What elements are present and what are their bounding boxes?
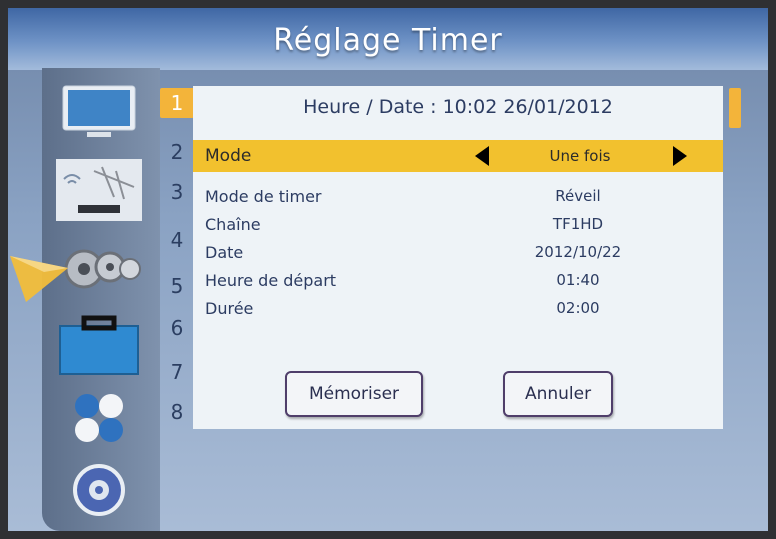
field-row-timer-mode[interactable]: Mode de timer Réveil [193,184,723,212]
field-row-start-time[interactable]: Heure de départ 01:40 [193,268,723,296]
field-row-date[interactable]: Date 2012/10/22 [193,240,723,268]
cancel-button[interactable]: Annuler [503,371,613,417]
arrow-right-icon[interactable] [673,146,687,166]
field-value: 02:00 [556,299,600,317]
balls-icon[interactable] [54,386,144,450]
time-date-header: Heure / Date : 10:02 26/01/2012 [303,96,613,118]
tv-frame: Réglage Timer 1 2 3 4 5 6 7 8 Heure / Da… [0,0,776,539]
field-value: 01:40 [556,271,600,289]
mode-row[interactable]: Mode Une fois [193,140,723,172]
timer-settings-panel: Heure / Date : 10:02 26/01/2012 Mode Une… [193,86,723,429]
timer-number-1[interactable]: 1 [160,88,194,118]
page-title: Réglage Timer [273,23,503,58]
timer-number-column: 1 2 3 4 5 6 7 8 [160,88,194,424]
selection-pointer-icon [10,256,68,302]
timer-number-2[interactable]: 2 [160,140,194,164]
tv-screen: Réglage Timer 1 2 3 4 5 6 7 8 Heure / Da… [8,8,768,531]
arrow-left-icon[interactable] [475,146,489,166]
tv-icon[interactable] [54,80,144,144]
toolbox-icon[interactable] [54,314,144,378]
field-label: Chaîne [205,215,261,234]
field-label: Heure de départ [205,271,337,290]
field-label: Durée [205,299,254,318]
mode-value: Une fois [549,147,611,165]
title-bar: Réglage Timer [8,8,768,70]
timer-number-5[interactable]: 5 [160,274,194,298]
timer-number-7[interactable]: 7 [160,360,194,384]
field-value: Réveil [555,187,601,205]
scrollbar-thumb[interactable] [729,88,741,128]
field-value: TF1HD [552,215,604,233]
timer-number-6[interactable]: 6 [160,316,194,340]
field-label: Mode de timer [205,187,322,206]
field-label: Date [205,243,244,262]
field-row-duration[interactable]: Durée 02:00 [193,296,723,324]
mode-label: Mode [205,146,252,166]
timer-number-8[interactable]: 8 [160,400,194,424]
disc-icon[interactable] [54,458,144,522]
field-value: 2012/10/22 [534,243,622,261]
timer-number-4[interactable]: 4 [160,228,194,252]
antenna-icon[interactable] [54,158,144,222]
save-button[interactable]: Mémoriser [285,371,423,417]
timer-number-3[interactable]: 3 [160,180,194,204]
field-row-channel[interactable]: Chaîne TF1HD [193,212,723,240]
